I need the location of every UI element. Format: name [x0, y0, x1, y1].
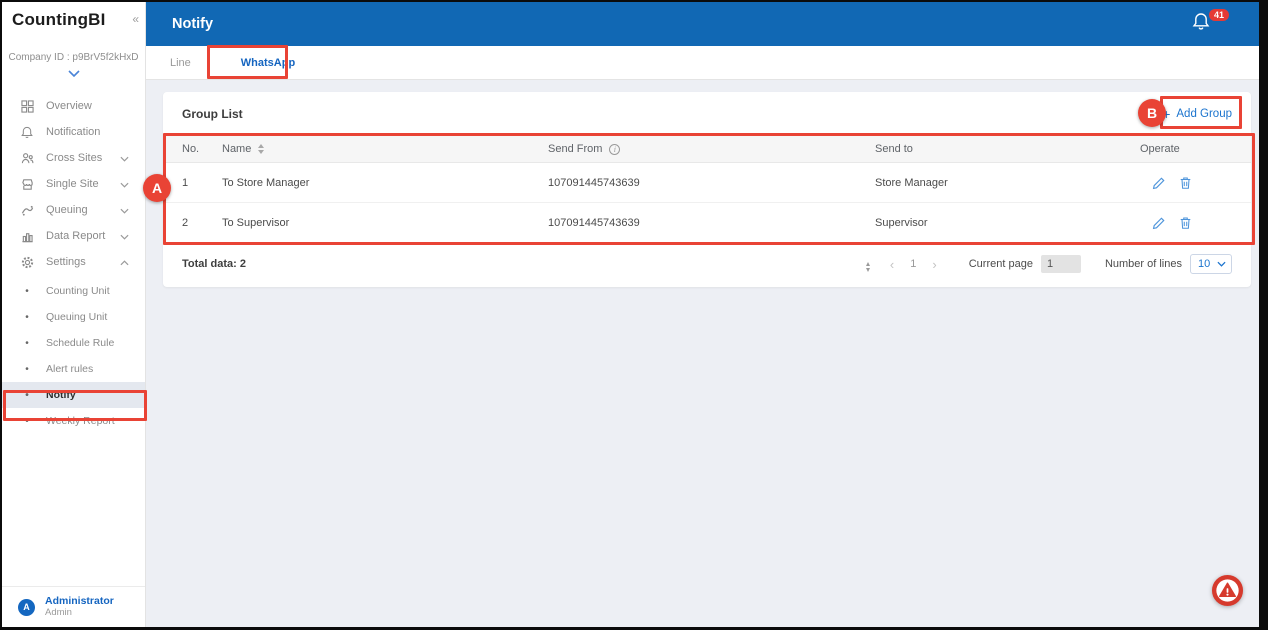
app-window: CountingBI « Company ID : p9BrV5f2kHxD O…	[2, 2, 1259, 627]
chart-icon	[20, 229, 34, 243]
app-logo: CountingBI	[12, 10, 106, 29]
user-profile[interactable]: A Administrator Admin	[2, 586, 145, 627]
sidebar-item-label: Queuing	[46, 204, 88, 216]
store-icon	[20, 177, 34, 191]
prev-page-icon[interactable]: ‹	[880, 257, 904, 272]
current-page-label: Current page	[969, 258, 1033, 270]
sidebar-collapse-icon[interactable]: «	[132, 12, 139, 26]
annotation-box-table	[163, 133, 1255, 245]
sidebar-item-label: Data Report	[46, 230, 105, 242]
next-page-icon[interactable]: ›	[922, 257, 946, 272]
sidebar-item-label: Notification	[46, 126, 100, 138]
panel-header: Group List + Add Group	[163, 92, 1251, 135]
chevron-up-icon	[120, 257, 129, 269]
sidebar-menu: Overview Notification Cross Sites Single…	[2, 93, 145, 434]
user-name: Administrator	[45, 595, 114, 607]
panel-title: Group List	[182, 107, 243, 121]
queue-icon	[20, 203, 34, 217]
dashboard-icon	[20, 99, 34, 113]
company-chevron-down-icon[interactable]	[2, 70, 145, 77]
company-id-label: Company ID : p9BrV5f2kHxD	[2, 52, 145, 63]
sidebar-item-queuing[interactable]: Queuing	[2, 197, 145, 223]
warning-icon	[1211, 574, 1244, 607]
top-header: Notify 41	[146, 2, 1259, 46]
sidebar-item-alert-rules[interactable]: Alert rules	[2, 356, 145, 382]
chevron-down-icon	[120, 205, 129, 217]
lines-value: 10	[1198, 258, 1210, 270]
sidebar-item-data-report[interactable]: Data Report	[2, 223, 145, 249]
total-data-label: Total data: 2	[182, 258, 246, 270]
sidebar-item-label: Alert rules	[46, 363, 93, 375]
gear-icon	[20, 255, 34, 269]
sidebar-item-cross-sites[interactable]: Cross Sites	[2, 145, 145, 171]
sidebar-item-label: Overview	[46, 100, 92, 112]
sidebar: CountingBI « Company ID : p9BrV5f2kHxD O…	[2, 2, 146, 627]
avatar: A	[18, 599, 35, 616]
lines-per-page-select[interactable]: 10	[1190, 254, 1232, 274]
sidebar-item-single-site[interactable]: Single Site	[2, 171, 145, 197]
page-spinner[interactable]	[866, 262, 870, 272]
screenshot-frame: CountingBI « Company ID : p9BrV5f2kHxD O…	[0, 0, 1268, 630]
alert-float-button[interactable]	[1211, 574, 1244, 607]
bell-icon	[20, 125, 34, 139]
sidebar-item-label: Single Site	[46, 178, 99, 190]
page-number[interactable]: 1	[904, 258, 922, 270]
sidebar-item-label: Cross Sites	[46, 152, 102, 164]
notification-count-badge: 41	[1209, 9, 1229, 21]
chevron-down-icon	[1217, 261, 1226, 267]
sidebar-item-settings[interactable]: Settings	[2, 249, 145, 275]
table-footer: Total data: 2 ‹ 1 › Current page Number …	[163, 243, 1251, 285]
number-of-lines-label: Number of lines	[1105, 258, 1182, 270]
chevron-down-icon	[120, 231, 129, 243]
annotation-marker-a: A	[143, 174, 171, 202]
sidebar-item-schedule-rule[interactable]: Schedule Rule	[2, 330, 145, 356]
sidebar-item-notification[interactable]: Notification	[2, 119, 145, 145]
sidebar-item-label: Counting Unit	[46, 285, 110, 297]
sidebar-item-counting-unit[interactable]: Counting Unit	[2, 278, 145, 304]
current-page-input[interactable]	[1041, 255, 1081, 273]
chevron-down-icon	[120, 179, 129, 191]
annotation-box-notify-item	[3, 390, 147, 421]
annotation-box-add-group	[1160, 96, 1242, 129]
annotation-marker-b: B	[1138, 99, 1166, 127]
logo-row: CountingBI «	[2, 2, 145, 30]
annotation-box-whatsapp-tab	[207, 45, 288, 79]
cross-sites-icon	[20, 151, 34, 165]
notifications-bell-button[interactable]: 41	[1191, 11, 1225, 37]
user-role: Admin	[45, 607, 114, 619]
tab-line[interactable]: Line	[156, 46, 205, 80]
chevron-down-icon	[120, 153, 129, 165]
pagination: ‹ 1 › Current page Number of lines 10	[880, 254, 1232, 274]
page-title: Notify	[172, 16, 213, 32]
tab-bar: Line WhatsApp	[146, 46, 1259, 80]
sidebar-item-overview[interactable]: Overview	[2, 93, 145, 119]
sidebar-item-label: Queuing Unit	[46, 311, 107, 323]
sidebar-item-queuing-unit[interactable]: Queuing Unit	[2, 304, 145, 330]
sidebar-item-label: Schedule Rule	[46, 337, 114, 349]
sidebar-item-label: Settings	[46, 256, 86, 268]
